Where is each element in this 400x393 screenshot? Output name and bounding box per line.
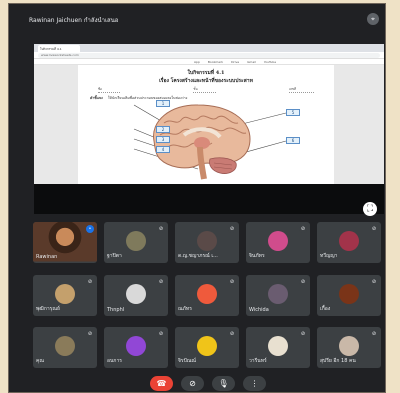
- presenter-label: Rawinan Jaichuen กำลังนำเสนอ: [29, 17, 119, 24]
- meet-window: Rawinan Jaichuen กำลังนำเสนอ ⌖ ใบกิจกรรม…: [8, 3, 386, 393]
- bookmark-item[interactable]: YouTube: [264, 60, 276, 64]
- more-vert-icon[interactable]: ⋮: [243, 376, 266, 391]
- participant-tile[interactable]: ⊘ ฐาปิตา: [104, 222, 168, 263]
- participant-name: Wichida: [249, 307, 269, 313]
- participant-tile[interactable]: ⊘ ด.ญ.ชญาภรณ์ เ...: [175, 222, 239, 263]
- mic-off-icon: ⊘: [299, 225, 307, 233]
- participant-name: จิรปัณณ์: [178, 358, 197, 364]
- phone-hangup-icon[interactable]: ☎: [150, 376, 173, 391]
- participant-tile[interactable]: ⊘ วารีนทร์: [246, 327, 310, 368]
- participant-avatar: [339, 284, 359, 305]
- participant-avatar: [126, 231, 146, 252]
- participant-name: Thnphl: [107, 307, 125, 313]
- participant-tile[interactable]: ⊘ จิรปัณณ์: [175, 327, 239, 368]
- participant-tile[interactable]: ⊘ คุณ: [33, 327, 97, 368]
- participant-avatar: [339, 336, 359, 357]
- mic-active-icon: •: [86, 225, 94, 233]
- presenter-bar: Rawinan Jaichuen กำลังนำเสนอ ⌖: [29, 12, 381, 28]
- participant-tile[interactable]: ⊘ Thnphl: [104, 275, 168, 316]
- mic-off-icon: ⊘: [299, 330, 307, 338]
- mic-off-icon: ⊘: [370, 278, 378, 286]
- camera-off-icon[interactable]: ⊘: [181, 376, 204, 391]
- fullscreen-icon[interactable]: ⛶: [363, 202, 377, 216]
- bookmark-item[interactable]: Bookmark: [208, 60, 223, 64]
- participant-tile[interactable]: ⊘ จินภัทร: [246, 222, 310, 263]
- participant-tile[interactable]: ⊘ เกื้อง: [317, 275, 381, 316]
- mic-off-icon: ⊘: [157, 330, 165, 338]
- participant-name: เกื้อง: [320, 306, 331, 312]
- mic-off-icon[interactable]: 🎙: [212, 376, 235, 391]
- label-box-4[interactable]: 4: [156, 146, 170, 153]
- address-field[interactable]: www.liveworksheets.com: [38, 52, 380, 58]
- participant-avatar: [197, 284, 217, 305]
- participant-avatar: [55, 284, 75, 305]
- mic-off-icon: ⊘: [228, 225, 236, 233]
- mic-off-icon: ⊘: [299, 278, 307, 286]
- browser-tabbar: ใบกิจกรรมที่ 4.1: [34, 44, 384, 52]
- participant-name: สุปรีย อีก 18 คน: [320, 358, 356, 364]
- participant-tile[interactable]: ⊘ อนการ: [104, 327, 168, 368]
- participant-tile[interactable]: ⊘ สุปรีย อีก 18 คน: [317, 327, 381, 368]
- participant-name: คุณ: [36, 358, 44, 364]
- participant-avatar: [268, 336, 288, 357]
- mic-off-icon: ⊘: [370, 225, 378, 233]
- label-box-3[interactable]: 3: [156, 136, 170, 143]
- participant-name: อนการ: [107, 358, 122, 364]
- mic-off-icon: ⊘: [86, 330, 94, 338]
- bookmark-item[interactable]: App: [194, 60, 200, 64]
- participant-name: ด.ญ.ชญาภรณ์ เ...: [178, 253, 218, 259]
- participant-tile[interactable]: ⊘ ทวีญญา: [317, 222, 381, 263]
- participant-name: ทวีญญา: [320, 253, 338, 259]
- participant-tile[interactable]: ⊘ Wichida: [246, 275, 310, 316]
- call-controls: ☎ ⊘ 🎙 ⋮: [150, 376, 266, 391]
- participant-name: วารีนทร์: [249, 358, 267, 364]
- pin-icon[interactable]: ⌖: [367, 13, 379, 25]
- mic-off-icon: ⊘: [228, 278, 236, 286]
- mic-off-icon: ⊘: [157, 278, 165, 286]
- shared-screen: ใบกิจกรรมที่ 4.1 www.liveworksheets.com …: [34, 44, 384, 184]
- bookmark-item[interactable]: Gmail: [247, 60, 256, 64]
- participant-avatar: [268, 231, 288, 252]
- browser-addressbar: www.liveworksheets.com: [34, 52, 384, 59]
- participant-avatar: [268, 284, 288, 305]
- label-box-5[interactable]: 5: [286, 109, 300, 116]
- mic-off-icon: ⊘: [157, 225, 165, 233]
- label-box-6[interactable]: 6: [286, 137, 300, 144]
- participant-avatar: [197, 231, 217, 252]
- participant-name: ฐาปิตา: [107, 253, 122, 259]
- bookmark-item[interactable]: Drive: [231, 60, 239, 64]
- label-box-1[interactable]: 1: [156, 100, 170, 107]
- participant-name: จินภัทร: [249, 253, 265, 259]
- participant-tile[interactable]: ⊘ ณภัทร: [175, 275, 239, 316]
- worksheet-page: ใบกิจกรรมที่ 4.1 เรื่อง โครงสร้างและหน้า…: [78, 65, 334, 184]
- participant-avatar: [197, 336, 217, 357]
- participant-avatar: [126, 336, 146, 357]
- browser-tab[interactable]: ใบกิจกรรมที่ 4.1: [38, 45, 80, 52]
- participant-avatar: [126, 284, 146, 305]
- label-box-2[interactable]: 2: [156, 126, 170, 133]
- participant-avatar: [339, 231, 359, 252]
- participant-tile[interactable]: ⊘ พุฒิการุณย์: [33, 275, 97, 316]
- mic-off-icon: ⊘: [86, 278, 94, 286]
- participant-name: Rawinan: [36, 254, 58, 260]
- mic-off-icon: ⊘: [370, 330, 378, 338]
- participant-name: ณภัทร: [178, 306, 192, 312]
- participant-tile[interactable]: • Rawinan: [33, 222, 97, 263]
- document-view: ใบกิจกรรมที่ 4.1 เรื่อง โครงสร้างและหน้า…: [34, 65, 384, 184]
- participant-avatar: [55, 336, 75, 357]
- participant-name: พุฒิการุณย์: [36, 306, 60, 312]
- presentation-footer: [34, 184, 384, 214]
- mic-off-icon: ⊘: [228, 330, 236, 338]
